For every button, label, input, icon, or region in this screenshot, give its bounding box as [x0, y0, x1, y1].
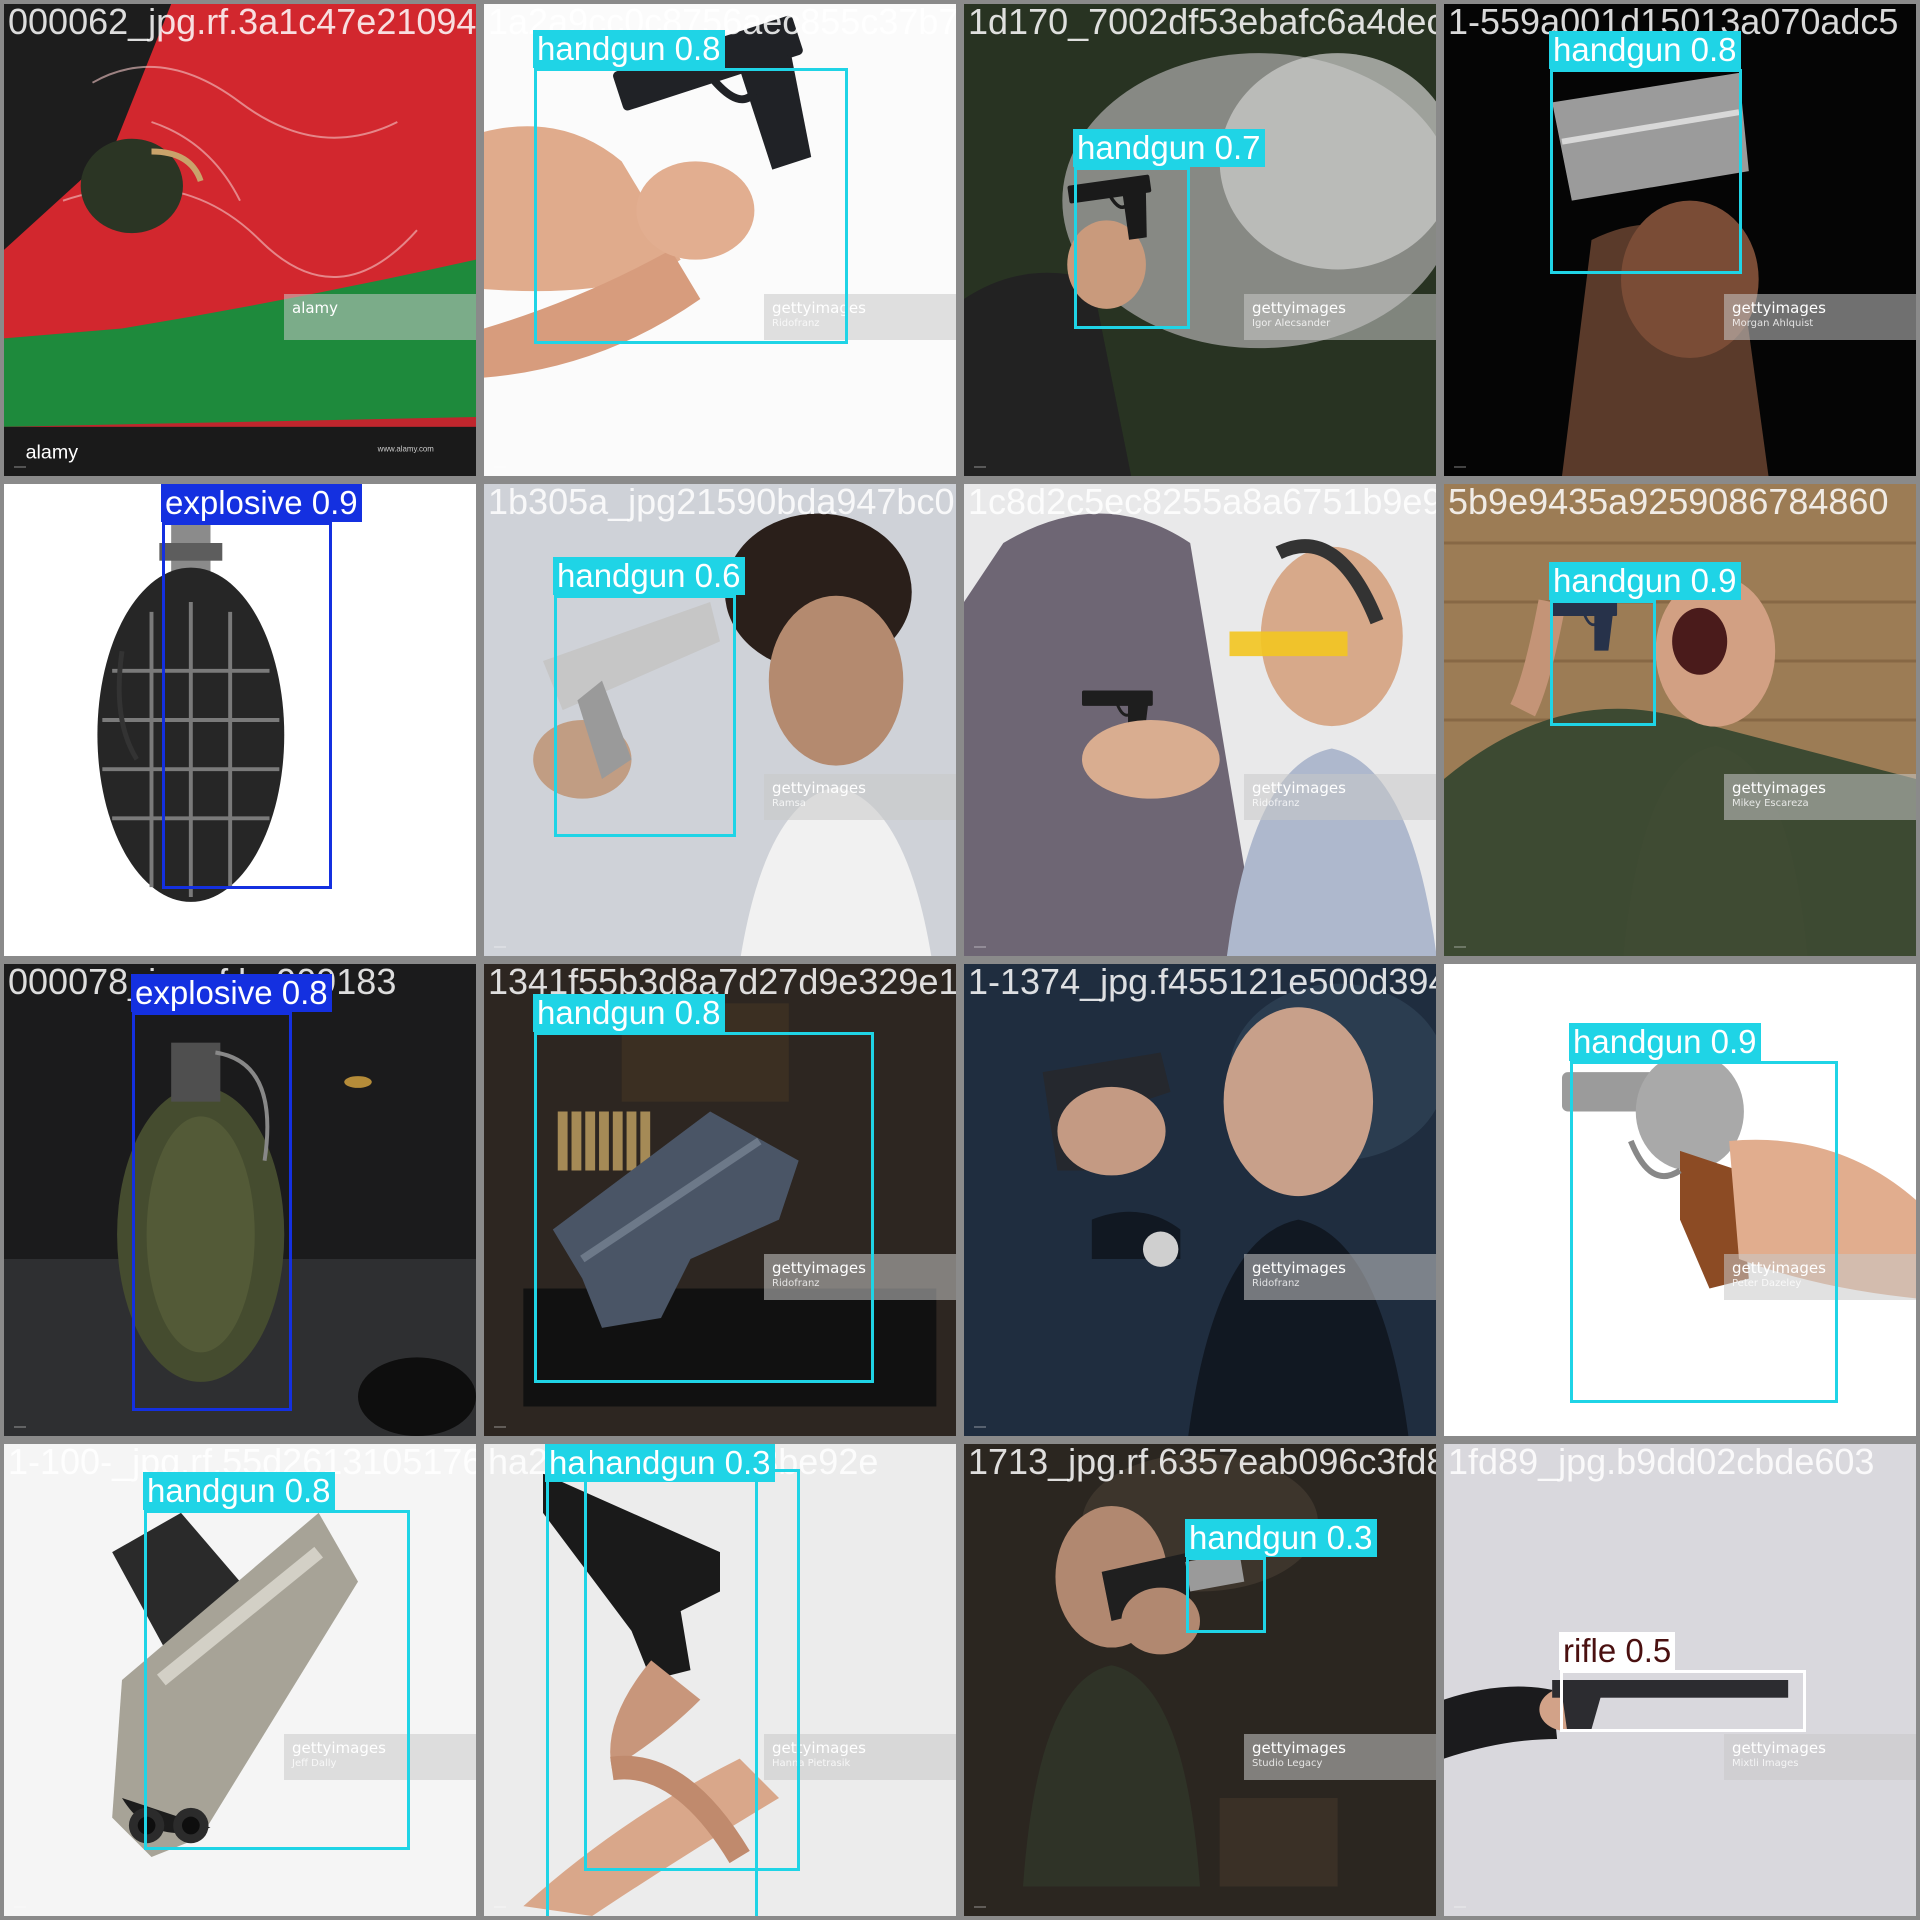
corner-tag: [14, 1906, 26, 1908]
handgun-detection-label: handgun 0.3: [1185, 1519, 1377, 1557]
tile-filename: 1d170_7002df53ebafc6a4decf4c5: [968, 1, 1440, 42]
stock-watermark: gettyimages Ridofranz: [1244, 774, 1436, 820]
handgun-bounding-box: [1550, 69, 1742, 274]
tile-filename: 1fd89_jpg.b9dd02cbde603: [1448, 1441, 1875, 1482]
handgun-detection-label: handgun 0.6: [553, 557, 745, 595]
mosaic-tile: gettyimages Mikey Escareza 5b9e9435a925908…: [1440, 480, 1920, 960]
corner-tag: [494, 1426, 506, 1428]
handgun-bounding-box: [534, 1032, 874, 1383]
stock-watermark: alamy: [284, 294, 476, 340]
mosaic-tile: gettyimages Ridofranz 1c8d2c5ec8255a8a6751…: [960, 480, 1440, 960]
handgun-detection-label: handgun 0.7: [1073, 129, 1265, 167]
handgun-bounding-box: [1570, 1061, 1838, 1403]
corner-tag: [1454, 946, 1466, 948]
mosaic-tile: 000078_jpg.rf.bc909183explosive 0.8: [0, 960, 480, 1440]
stock-watermark: gettyimages Ramsa: [764, 774, 956, 820]
watermark-credit: Mixtli Images: [1732, 1758, 1799, 1769]
corner-tag: [14, 466, 26, 468]
watermark-credit: Morgan Ahlquist: [1732, 318, 1814, 329]
corner-tag: [494, 946, 506, 948]
handgun-bounding-box: [144, 1510, 410, 1850]
watermark-credit: Ridofranz: [1252, 798, 1300, 809]
handgun-bounding-box: [554, 595, 736, 837]
stock-watermark: gettyimages Morgan Ahlquist: [1724, 294, 1916, 340]
corner-tag: [494, 1906, 506, 1908]
tile-filename: 1-1374_jpg.f455121e500d394: [968, 961, 1440, 1002]
handgun-detection-label: handgun 0.8: [533, 994, 725, 1032]
handgun-detection-label: ha: [545, 1444, 590, 1482]
stock-watermark: gettyimages Mixtli Images: [1724, 1734, 1916, 1780]
stock-watermark: gettyimages Studio Legacy: [1244, 1734, 1436, 1780]
tile-filename: 000062_jpg.rf.3a1c47e21094a5: [8, 1, 480, 42]
corner-tag: [974, 946, 986, 948]
watermark-brand: gettyimages: [1252, 779, 1346, 797]
mosaic-tile: gettyimages Jeff Dally 1-100-_jpg.rf.55d26…: [0, 1440, 480, 1920]
handgun-detection-label: handgun 0.8: [533, 30, 725, 68]
tile-filename: 5b9e9435a9259086784860: [1448, 481, 1889, 522]
mosaic-tile: gettyimages Ridofranz 1a2a9cc0c8756aec855c…: [480, 0, 960, 480]
tile-filename: 1b305a_jpg21590bda947bc06: [488, 481, 960, 522]
corner-tag: [14, 1426, 26, 1428]
explosive-detection-label: explosive 0.9: [161, 484, 362, 522]
explosive-bounding-box: [162, 522, 332, 889]
watermark-credit: Mikey Escareza: [1732, 798, 1809, 809]
corner-tag: [974, 1906, 986, 1908]
mosaic-tile: gettyimages Igor Alecsander 1d170_7002df53…: [960, 0, 1440, 480]
mosaic-tile: gettyimages Ridofranz 1-1374_jpg.f455121e5…: [960, 960, 1440, 1440]
corner-tag: [1454, 466, 1466, 468]
mosaic-tile: gettyimages Morgan Ahlquist 1-559a001d1501…: [1440, 0, 1920, 480]
corner-tag: [974, 466, 986, 468]
corner-tag: [14, 946, 26, 948]
handgun-detection-label: handgun 0.9: [1549, 562, 1741, 600]
watermark-brand: gettyimages: [1732, 1739, 1826, 1757]
handgun-detection-label: handgun 0.3: [583, 1444, 775, 1482]
mosaic-tile: gettyimages Studio Legacy 1713_jpg.rf.6357…: [960, 1440, 1440, 1920]
watermark-credit: Igor Alecsander: [1252, 318, 1331, 329]
handgun-bounding-box: [546, 1456, 758, 1916]
watermark-credit: Studio Legacy: [1252, 1758, 1323, 1769]
tile-filename: 1c83_jpg.f4e0dd800c537: [1448, 961, 1853, 1002]
mosaic-tile: gettyimages Ridofranz 1341f55b3d8a7d27d9e3…: [480, 960, 960, 1440]
handgun-bounding-box: [1074, 167, 1190, 329]
watermark-credit: Ridofranz: [1252, 1278, 1300, 1289]
rifle-bounding-box: [1560, 1670, 1806, 1732]
corner-tag: [1454, 1426, 1466, 1428]
detection-mosaic: alamy www.alamy.com alamy 000062_jpg.rf.3…: [0, 0, 1920, 1920]
rifle-detection-label: rifle 0.5: [1559, 1632, 1676, 1670]
mosaic-tile: 000070_jpg.rf.3a0861b305aexplosive 0.9: [0, 480, 480, 960]
corner-tag: [974, 1426, 986, 1428]
handgun-bounding-box: [534, 68, 848, 344]
explosive-bounding-box: [132, 1012, 292, 1411]
tile-filename: 1713_jpg.rf.6357eab096c3fd89: [968, 1441, 1440, 1482]
svg-text:alamy: alamy: [26, 441, 79, 463]
watermark-brand: gettyimages: [1252, 299, 1346, 317]
handgun-detection-label: handgun 0.9: [1569, 1023, 1761, 1061]
mosaic-tile: gettyimagesHanna Pietrasikha2_jpg.rf.b2d…: [480, 1440, 960, 1920]
tile-filename: 1c8d2c5ec8255a8a6751b9e9435a: [968, 481, 1440, 522]
watermark-brand: gettyimages: [1732, 779, 1826, 797]
mosaic-tile: gettyimages Ramsa 1b305a_jpg21590bda947bc0…: [480, 480, 960, 960]
stock-watermark: gettyimages Mikey Escareza: [1724, 774, 1916, 820]
corner-tag: [494, 466, 506, 468]
stock-watermark: gettyimages Ridofranz: [1244, 1254, 1436, 1300]
handgun-bounding-box: [1550, 600, 1656, 726]
watermark-credit: Ramsa: [772, 798, 806, 809]
watermark-brand: gettyimages: [772, 779, 866, 797]
watermark-brand: gettyimages: [1252, 1739, 1346, 1757]
mosaic-tile: gettyimages Peter Dazeley 1c83_jpg.f4e0dd8…: [1440, 960, 1920, 1440]
handgun-detection-label: handgun 0.8: [143, 1472, 335, 1510]
stock-watermark: gettyimages Igor Alecsander: [1244, 294, 1436, 340]
mosaic-tile: gettyimages Mixtli Images 1fd89_jpg.b9dd02…: [1440, 1440, 1920, 1920]
svg-text:www.alamy.com: www.alamy.com: [377, 444, 435, 453]
watermark-brand: gettyimages: [1732, 299, 1826, 317]
handgun-bounding-box: [1186, 1557, 1266, 1633]
explosive-detection-label: explosive 0.8: [131, 974, 332, 1012]
mosaic-tile: alamy www.alamy.com alamy 000062_jpg.rf.3…: [0, 0, 480, 480]
watermark-brand: gettyimages: [1252, 1259, 1346, 1277]
corner-tag: [1454, 1906, 1466, 1908]
handgun-detection-label: handgun 0.8: [1549, 31, 1741, 69]
watermark-brand: alamy: [292, 299, 339, 317]
